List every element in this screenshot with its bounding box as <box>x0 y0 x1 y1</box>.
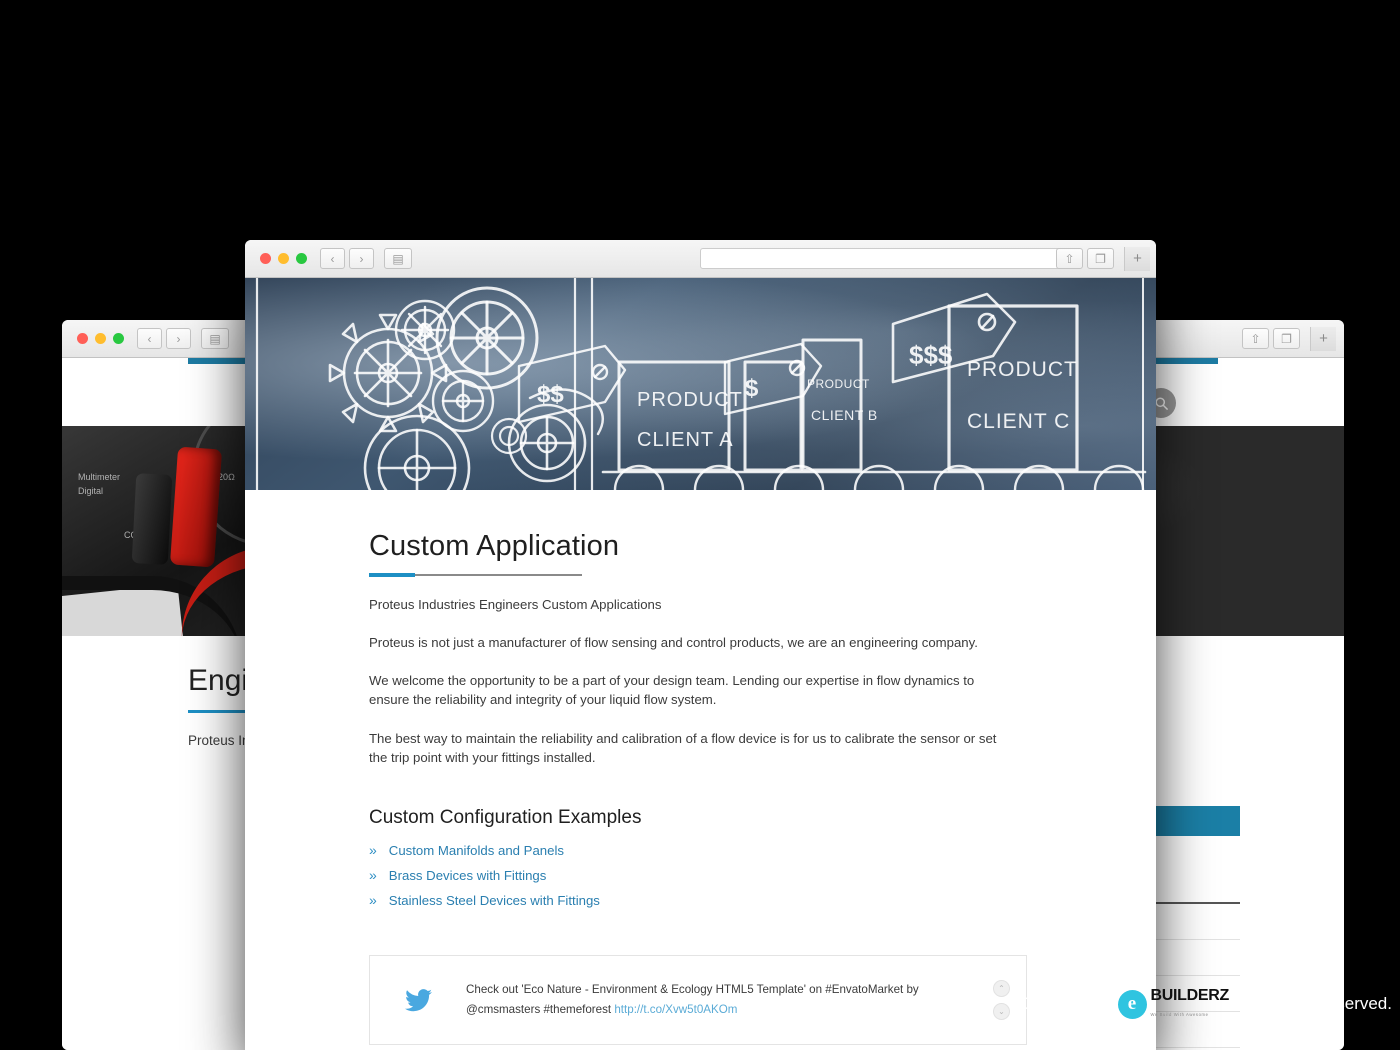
svg-text:$$$: $$$ <box>909 340 953 370</box>
front-window-titlebar: ‹ › ▤ ↻ ⇧ ❐ + <box>245 240 1156 278</box>
chevron-up-icon[interactable]: ⌃ <box>993 980 1010 998</box>
intro-paragraph-3: We welcome the opportunity to be a part … <box>369 673 975 708</box>
hero-banner-image: PRODUCT CLIENT A PRODUCT CLIENT B PRODUC… <box>245 278 1156 490</box>
back-window-traffic-lights[interactable] <box>77 333 124 344</box>
foreground-browser-window[interactable]: ‹ › ▤ ↻ ⇧ ❐ + <box>245 240 1156 1050</box>
chevron-right-icon: » <box>369 892 377 909</box>
show-tabs-icon[interactable]: ❐ <box>1087 248 1114 269</box>
minimize-window-button[interactable] <box>95 333 106 344</box>
close-window-button[interactable] <box>77 333 88 344</box>
svg-text:PRODUCT: PRODUCT <box>967 358 1078 381</box>
list-item[interactable]: » Stainless Steel Devices with Fittings <box>369 893 1102 908</box>
front-window-page: PRODUCT CLIENT A PRODUCT CLIENT B PRODUC… <box>245 278 1156 1050</box>
screenshot-stage: ‹ › ▤ ⇧ ❐ + Proteus In <box>0 0 1400 1050</box>
copyright-watermark: Copyright © e BUILDERZ We Build With Awe… <box>1018 988 1392 1020</box>
svg-text:PRODUCT: PRODUCT <box>637 389 743 411</box>
intro-paragraph-2: Proteus is not just a manufacturer of fl… <box>369 635 978 651</box>
ebuilderz-e-icon: e <box>1117 989 1147 1019</box>
back-chrome-right-controls: ⇧ ❐ + <box>1242 326 1336 351</box>
hero-chalk-drawing: PRODUCT CLIENT A PRODUCT CLIENT B PRODUC… <box>255 278 1147 490</box>
link-brass-devices-with-fittings[interactable]: Brass Devices with Fittings <box>389 868 547 883</box>
forward-navigation-button[interactable]: › <box>349 248 374 269</box>
maximize-window-button[interactable] <box>113 333 124 344</box>
front-address-bar[interactable]: ↻ <box>700 248 1073 269</box>
list-item[interactable]: » Custom Manifolds and Panels <box>369 843 1102 858</box>
back-navigation-button[interactable]: ‹ <box>137 328 162 349</box>
sidebar-toggle-icon[interactable]: ▤ <box>201 328 229 349</box>
copyright-text: Copyright © <box>1018 994 1109 1013</box>
back-navigation-button[interactable]: ‹ <box>320 248 345 269</box>
tweet-text: Check out 'Eco Nature - Environment & Ec… <box>466 980 936 1021</box>
ebuilderz-name: BUILDERZ <box>1150 987 1230 1004</box>
front-chrome-right-controls: ⇧ ❐ + <box>1056 246 1150 271</box>
svg-text:CLIENT C: CLIENT C <box>967 410 1070 433</box>
forward-navigation-button[interactable]: › <box>166 328 191 349</box>
twitter-feed-widget: Check out 'Eco Nature - Environment & Ec… <box>369 954 1027 1046</box>
page-title: Custom Application <box>369 530 620 562</box>
chevron-right-icon: » <box>369 867 377 884</box>
maximize-window-button[interactable] <box>296 253 307 264</box>
svg-text:$: $ <box>745 375 759 402</box>
front-window-traffic-lights[interactable] <box>260 253 307 264</box>
share-icon[interactable]: ⇧ <box>1242 328 1269 349</box>
minimize-window-button[interactable] <box>278 253 289 264</box>
chevron-right-icon: » <box>369 842 377 859</box>
list-item[interactable]: » Brass Devices with Fittings <box>369 868 1102 883</box>
section-subheading: Custom Configuration Examples <box>369 806 642 828</box>
link-stainless-steel-devices-with-fittings[interactable]: Stainless Steel Devices with Fittings <box>389 893 600 908</box>
ebuilderz-logo: e BUILDERZ We Build With Awesome <box>1117 987 1230 1020</box>
show-tabs-icon[interactable]: ❐ <box>1273 328 1300 349</box>
configuration-examples-list: » Custom Manifolds and Panels » Brass De… <box>369 843 1102 908</box>
svg-text:CLIENT B: CLIENT B <box>811 407 878 423</box>
rights-reserved-text: All Rights Reserved. <box>1237 994 1392 1013</box>
new-tab-button[interactable]: + <box>1124 246 1150 271</box>
sidebar-toggle-icon[interactable]: ▤ <box>384 248 412 269</box>
tweet-link[interactable]: http://t.co/Xvw5t0AKOm <box>614 1003 737 1016</box>
share-icon[interactable]: ⇧ <box>1056 248 1083 269</box>
twitter-icon <box>370 988 466 1012</box>
tweet-nav-controls: ⌃ ⌄ <box>993 980 1010 1021</box>
link-custom-manifolds-and-panels[interactable]: Custom Manifolds and Panels <box>389 843 564 858</box>
svg-text:CLIENT A: CLIENT A <box>637 429 734 451</box>
svg-text:PRODUCT: PRODUCT <box>807 377 870 391</box>
svg-text:$$: $$ <box>537 381 564 408</box>
close-window-button[interactable] <box>260 253 271 264</box>
intro-paragraph-4: The best way to maintain the reliability… <box>369 730 997 765</box>
chevron-down-icon[interactable]: ⌄ <box>993 1003 1010 1021</box>
title-underline <box>369 573 582 577</box>
intro-paragraph-1: Proteus Industries Engineers Custom Appl… <box>369 597 662 612</box>
page-content: Custom Application Proteus Industries En… <box>245 490 1156 1050</box>
ebuilderz-tagline: We Build With Awesome <box>1150 1012 1209 1017</box>
new-tab-button[interactable]: + <box>1310 326 1336 351</box>
